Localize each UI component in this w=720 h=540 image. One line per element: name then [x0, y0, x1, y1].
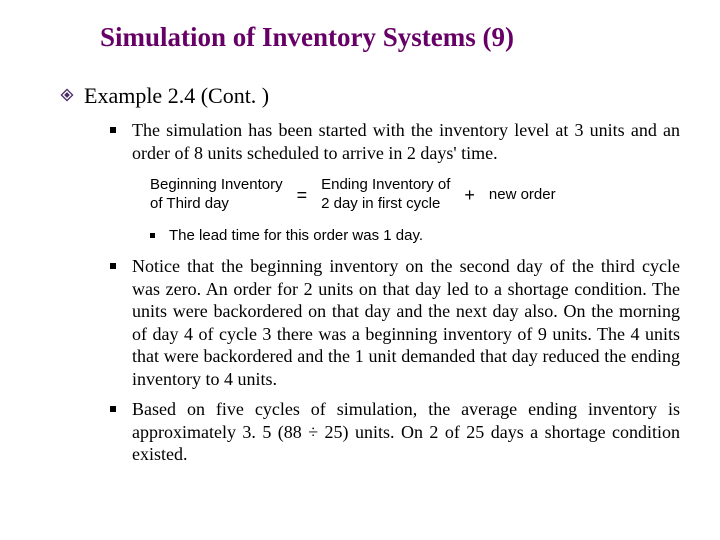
bullet-text: Notice that the beginning inventory on t…: [132, 255, 680, 390]
bullet-text: Based on five cycles of simulation, the …: [132, 398, 680, 466]
level2-item: Based on five cycles of simulation, the …: [110, 398, 680, 466]
eq-mid-line2: 2 day in first cycle: [321, 195, 450, 214]
eq-left-line2: of Third day: [150, 195, 283, 214]
equation-right: new order: [489, 186, 556, 205]
equation-left: Beginning Inventory of Third day: [150, 176, 283, 214]
bullet-text: The simulation has been started with the…: [132, 119, 680, 164]
eq-mid-line1: Ending Inventory of: [321, 176, 450, 195]
plus-sign: +: [464, 185, 475, 206]
slide-title: Simulation of Inventory Systems (9): [100, 22, 680, 53]
square-bullet-icon: [150, 233, 155, 238]
level1-item: Example 2.4 (Cont. ): [60, 83, 680, 109]
square-bullet-icon: [110, 406, 116, 412]
bullet-text: The lead time for this order was 1 day.: [169, 226, 680, 246]
eq-left-line1: Beginning Inventory: [150, 176, 283, 195]
level2-item: Notice that the beginning inventory on t…: [110, 255, 680, 390]
slide: Simulation of Inventory Systems (9) Exam…: [0, 0, 720, 540]
level1-heading: Example 2.4 (Cont. ): [84, 83, 269, 109]
square-bullet-icon: [110, 263, 116, 269]
level3-item: The lead time for this order was 1 day.: [150, 226, 680, 246]
diamond-icon: [60, 88, 74, 102]
square-bullet-icon: [110, 127, 116, 133]
equals-sign: =: [297, 185, 308, 206]
level2-item: The simulation has been started with the…: [110, 119, 680, 164]
inventory-equation: Beginning Inventory of Third day = Endin…: [150, 176, 680, 214]
equation-mid: Ending Inventory of 2 day in first cycle: [321, 176, 450, 214]
